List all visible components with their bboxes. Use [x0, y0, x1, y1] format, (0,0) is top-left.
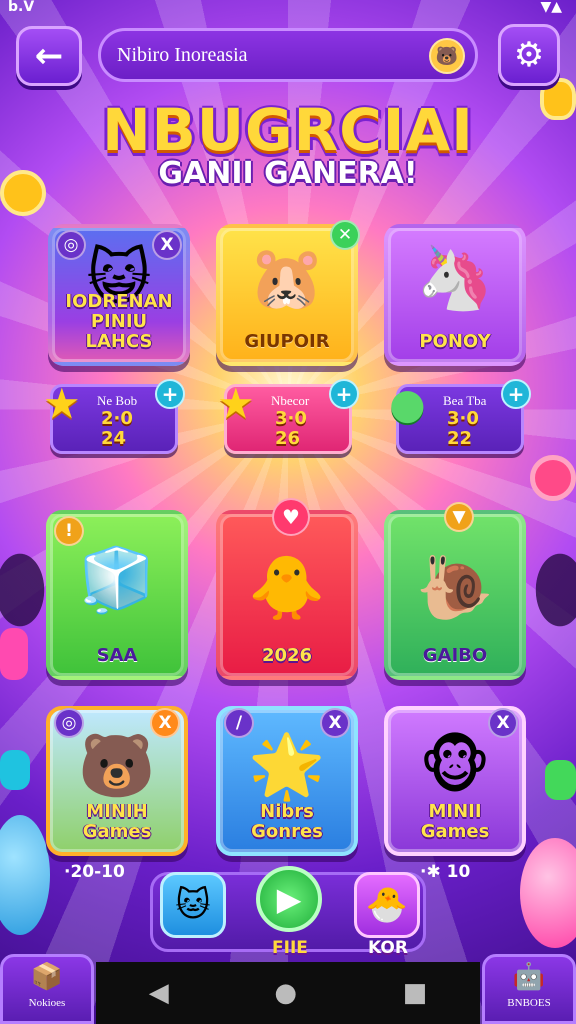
stat-line2: 24 [101, 428, 127, 449]
stat-line1: 3·0 [275, 408, 307, 429]
system-nav-bar: ◀ ● ■ [96, 962, 480, 1024]
game-card-3[interactable]: X 🐵 MINII Games [384, 706, 526, 856]
robot-icon: 🤖 [512, 962, 546, 992]
card-label: MINIH Games [82, 801, 152, 842]
hamster-icon: 🐹 [248, 241, 326, 314]
mid-card-1[interactable]: ! 🧊 SAA [46, 510, 188, 680]
hat-pony-icon: 🦄 [416, 241, 494, 314]
recents-square-icon[interactable]: ■ [403, 978, 428, 1008]
right-corner-label: BNBOES [507, 997, 551, 1009]
right-stat: ·✱ 10 [420, 862, 471, 882]
stat-line2: 22 [447, 428, 473, 449]
top-bar: ← 🐻 ⚙ [0, 24, 576, 88]
card-label: MINII Games [420, 801, 490, 842]
plus-button[interactable]: + [501, 379, 531, 409]
chick-tile-button[interactable]: 🐣 [354, 872, 420, 938]
cat-tile-button[interactable]: 🐱 [160, 872, 226, 938]
heart-icon: ♥ [272, 498, 310, 536]
left-corner-label: Nokioes [28, 997, 66, 1009]
left-stat: ·20-10 [64, 862, 125, 882]
featured-card-2[interactable]: ✕ 🐹 GIUPOIR [216, 220, 360, 366]
play-label: FIIE [272, 938, 308, 958]
teal-chip-decoration [0, 750, 30, 790]
featured-card-1[interactable]: ◎ X 😺 IODRENAN PINIU LAHCS [48, 224, 190, 366]
plus-button[interactable]: + [329, 379, 359, 409]
gear-icon: ⚙ [513, 35, 545, 75]
star-icon: ★ [43, 379, 81, 428]
arrow-left-icon: ← [34, 36, 64, 76]
bottom-bar: ·20-10 ·✱ 10 🐱 ▶ 🐣 FIIE KOR [0, 862, 576, 958]
stat-head: Nbecor [271, 393, 310, 408]
mid-card-2[interactable]: ♥ 🐥 2026 [216, 498, 358, 680]
bear-avatar-icon[interactable]: 🐻 [429, 38, 465, 74]
pink-bear-icon: 🐻 [78, 729, 156, 802]
cat-icon: 🐱 [175, 885, 211, 925]
stat-box-1[interactable]: ★ Ne Bob 2·0 24 + [43, 379, 185, 454]
game-title: NBUGRCIAI [102, 96, 474, 164]
stat-box-3[interactable]: ● Bea Tba 3·0 22 + [389, 379, 531, 454]
left-corner-button[interactable]: 📦 Nokioes [0, 954, 94, 1024]
play-button[interactable]: ▶ [256, 866, 322, 932]
stat-head: Ne Bob [97, 393, 138, 408]
mid-card-3[interactable]: ▼ 🐌 GAIBO [384, 502, 526, 680]
card-label: 2026 [261, 645, 313, 666]
blocks-icon: 🧊 [78, 543, 156, 616]
play-icon: ▶ [276, 880, 302, 918]
stat-line1: 2·0 [101, 408, 133, 429]
status-left-text: b.V [8, 0, 35, 15]
right-tile-label: KOR [368, 938, 408, 958]
home-circle-icon[interactable]: ● [274, 978, 297, 1008]
stat-line1: 3·0 [447, 408, 479, 429]
right-corner-button[interactable]: 🤖 BNBOES [482, 954, 576, 1024]
card-label: GAIBO [422, 645, 488, 666]
cubes-icon: 📦 [30, 962, 64, 992]
chick-icon: 🐥 [248, 551, 326, 624]
status-right-icons: ▼▲ [540, 0, 562, 15]
back-button[interactable]: ← [16, 26, 82, 86]
arrow-down-icon: ▼ [444, 502, 474, 532]
back-triangle-icon[interactable]: ◀ [149, 978, 169, 1008]
status-bar: b.V ▼▲ [0, 0, 576, 16]
sun-creature-icon: 🌟 [248, 729, 326, 802]
plus-button[interactable]: + [155, 379, 185, 409]
featured-card-3[interactable]: 🦄 PONOY [384, 224, 526, 366]
game-card-2[interactable]: / X 🌟 Nibrs Gonres [216, 706, 358, 856]
game-card-1[interactable]: ◎ X 🐻 MINIH Games [46, 706, 188, 856]
purple-chip-decoration [0, 628, 28, 680]
pink-chip-decoration [530, 455, 576, 501]
chick-icon: 🐣 [365, 885, 409, 925]
green-chip-decoration [545, 760, 576, 800]
card-label: GIUPOIR [244, 331, 330, 352]
card-label: IODRENAN PINIU LAHCS [65, 291, 173, 352]
stat-line2: 26 [275, 428, 301, 449]
bear-hat-icon: 🐵 [419, 729, 491, 802]
snail-icon: 🐌 [416, 551, 494, 624]
card-label: PONOY [419, 331, 491, 352]
card-label: SAA [96, 645, 138, 666]
search-input[interactable] [117, 43, 417, 67]
gem-icon: ● [389, 379, 426, 428]
star-icon: ★ [217, 379, 255, 428]
settings-button[interactable]: ⚙ [498, 24, 560, 86]
stat-box-2[interactable]: ★ Nbecor 3·0 26 + [217, 379, 359, 454]
card-label: Nibrs Gonres [251, 801, 323, 842]
stat-head: Bea Tba [443, 393, 487, 408]
game-subtitle: GANII GANERA! [158, 156, 418, 191]
search-bar[interactable]: 🐻 [98, 28, 478, 82]
